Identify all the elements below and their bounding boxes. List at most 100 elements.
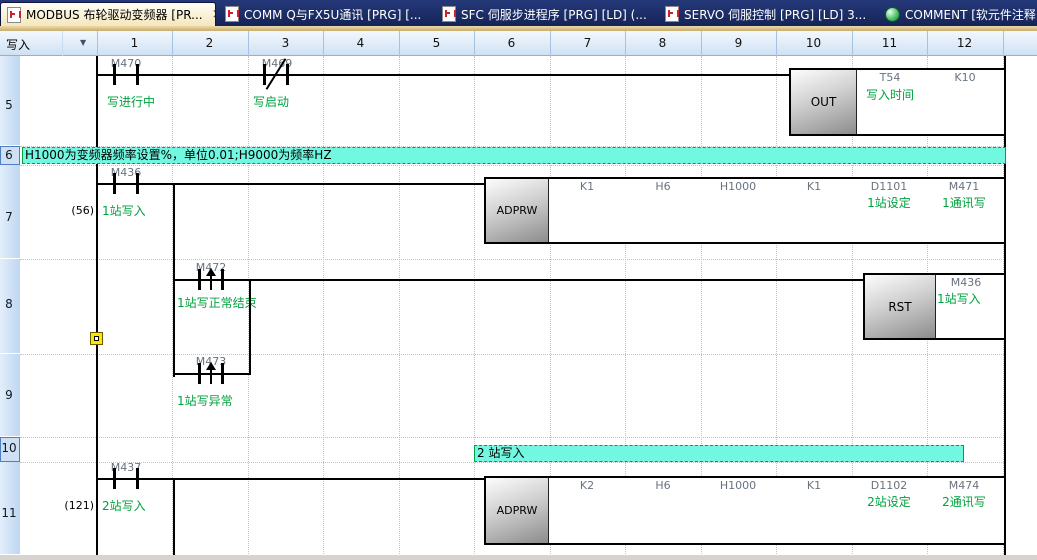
document-tab-bar: MODBUS 布轮驱动变频器 [PR... × COMM Q与FX5U通讯 [P… (0, 0, 1037, 26)
bottom-strip (0, 555, 1037, 560)
contact-nc-m469[interactable] (263, 64, 289, 85)
tab-servo-program[interactable]: SERVO 伺服控制 [PRG] [LD] 3... (659, 2, 876, 26)
device-comment: 写启动 (253, 95, 289, 109)
row-number: 7 (0, 210, 18, 224)
step-number: (56) (58, 204, 94, 217)
header-separator (1003, 31, 1004, 56)
grid-line-vertical (474, 56, 476, 556)
operand-label: H1000 (703, 479, 773, 492)
statement-line-row6[interactable]: H1000为变频器频率设置%，单位0.01;H9000为频率HZ (22, 147, 1006, 164)
merge-wire (249, 279, 251, 375)
contact-no-m470[interactable] (113, 64, 139, 85)
row-number: 9 (0, 388, 18, 402)
left-power-rail (96, 56, 98, 560)
rung7-wire (98, 183, 484, 185)
tab-modbus-program[interactable]: MODBUS 布轮驱动变频器 [PR... × (0, 2, 216, 26)
row-number: 6 (0, 148, 18, 162)
adprw-mnemonic: ADPRW (486, 478, 549, 543)
grid-line-vertical (399, 56, 401, 556)
operand-label: T54 (855, 71, 925, 84)
operand-label: K1 (779, 180, 849, 193)
tab-device-comment[interactable]: COMMENT [软元件注释] (879, 2, 1037, 26)
device-comment: 2站设定 (853, 495, 925, 509)
tab-label: SFC 伺服步进程序 [PRG] [LD] (... (461, 6, 647, 23)
contact-pulse-m473[interactable] (198, 363, 224, 384)
operand-label: K1 (552, 180, 622, 193)
header-column-number: 3 (248, 36, 323, 50)
plc-ladder-editor: MODBUS 布轮驱动变频器 [PR... × COMM Q与FX5U通讯 [P… (0, 0, 1037, 560)
tab-label: COMMENT [软元件注释] (905, 6, 1037, 23)
ladder-program-icon (225, 6, 239, 22)
contact-no-m437[interactable] (113, 468, 139, 489)
header-column-number: 11 (852, 36, 927, 50)
row-number: 11 (0, 506, 18, 520)
contact-no-m436[interactable] (113, 173, 139, 194)
statement-line-row10[interactable]: 2 站写入 (474, 445, 964, 462)
close-icon[interactable]: × (212, 8, 216, 21)
header-column-number: 10 (776, 36, 851, 50)
rst-mnemonic: RST (865, 275, 936, 338)
operand-label: M436 (931, 276, 1001, 289)
device-comment: 写入时间 (854, 88, 926, 102)
operand-label: K2 (552, 479, 622, 492)
header-separator (62, 31, 63, 56)
contact-pulse-m472[interactable] (198, 269, 224, 290)
tab-label: SERVO 伺服控制 [PRG] [LD] 3... (684, 6, 866, 23)
operand-label: M474 (929, 479, 999, 492)
grid-line-vertical (323, 56, 325, 556)
ladder-program-icon (665, 6, 679, 22)
tab-label: COMM Q与FX5U通讯 [PRG] [... (244, 6, 421, 23)
device-comment: 2通讯写 (928, 495, 1000, 509)
grid-line-horizontal (20, 462, 1006, 464)
device-comment: 1站写异常 (177, 394, 233, 408)
row-number: 10 (0, 441, 18, 455)
operand-label: H1000 (703, 180, 773, 193)
header-column-number: 1 (97, 36, 172, 50)
header-column-number: 4 (323, 36, 398, 50)
operand-label: D1102 (854, 479, 924, 492)
rung5-wire (98, 74, 790, 76)
header-column-number: 12 (927, 36, 1002, 50)
ladder-program-icon (7, 7, 21, 23)
branch-wire (173, 478, 175, 560)
header-column-number: 8 (625, 36, 700, 50)
rung11-wire (98, 478, 484, 480)
ladder-column-header: 写入 ▼ 123456789101112 (0, 31, 1037, 56)
device-comment: 1站设定 (853, 196, 925, 210)
operand-label: D1101 (854, 180, 924, 193)
tab-comm-program[interactable]: COMM Q与FX5U通讯 [PRG] [... (219, 2, 432, 26)
header-column-number: 9 (701, 36, 776, 50)
header-column-number: 2 (172, 36, 247, 50)
operand-label: H6 (628, 180, 698, 193)
row-number: 8 (0, 297, 18, 311)
tab-label: MODBUS 布轮驱动变频器 [PR... (26, 6, 203, 23)
write-mode-label: 写入 (6, 36, 30, 53)
device-comment: 2站写入 (102, 499, 146, 513)
edit-cursor-marker[interactable] (90, 332, 103, 345)
grid-line-horizontal (20, 437, 1006, 439)
step-number: (121) (52, 499, 94, 512)
ladder-program-icon (442, 6, 456, 22)
operand-label: K1 (779, 479, 849, 492)
device-comment: 1站写入 (937, 292, 981, 306)
device-comment: 写进行中 (107, 95, 155, 109)
rung8-wire (174, 279, 864, 281)
grid-line-horizontal (20, 259, 1006, 261)
device-comment: 1站写入 (102, 204, 146, 218)
operand-label: K10 (930, 71, 1000, 84)
device-comment: 1通讯写 (928, 196, 1000, 210)
grid-line-horizontal (20, 165, 1006, 167)
header-column-number: 5 (399, 36, 474, 50)
grid-line-horizontal (20, 354, 1006, 356)
header-column-number: 6 (474, 36, 549, 50)
header-column-number: 7 (550, 36, 625, 50)
ladder-canvas[interactable]: 567891011 M470 写进行中 M469 写启动 OUT T54 K10… (0, 56, 1037, 560)
operand-label: H6 (628, 479, 698, 492)
chevron-down-icon[interactable]: ▼ (80, 38, 86, 47)
comment-globe-icon (885, 7, 900, 22)
out-mnemonic: OUT (791, 70, 857, 134)
adprw-mnemonic: ADPRW (486, 179, 549, 242)
tab-sfc-program[interactable]: SFC 伺服步进程序 [PRG] [LD] (... (436, 2, 655, 26)
operand-label: M471 (929, 180, 999, 193)
row-number: 5 (0, 98, 18, 112)
